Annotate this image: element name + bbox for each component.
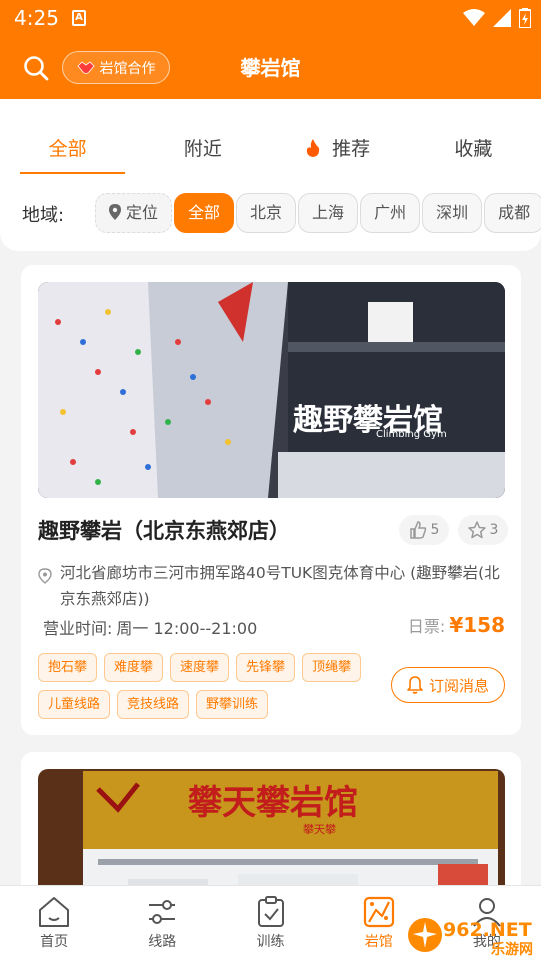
watermark-logo: 962.NET 乐游网: [408, 918, 533, 958]
region-filter: 地域: 定位 全部 北京 上海 广州 深圳 成都: [0, 193, 541, 233]
wifi-icon: [463, 9, 485, 26]
ticket-label: 日票:: [407, 617, 446, 636]
ticket-price: 日票: ¥158: [408, 613, 505, 637]
nav-routes[interactable]: 线路: [108, 886, 216, 961]
watermark-sub: 乐游网: [491, 941, 533, 958]
tab-nearby[interactable]: 附近: [135, 99, 270, 174]
region-chip-chengdu[interactable]: 成都: [484, 193, 541, 233]
favorite-button[interactable]: 3: [458, 515, 508, 545]
route-icon: [149, 900, 176, 924]
status-bar: 4:25 A: [0, 0, 541, 38]
nav-training[interactable]: 训练: [216, 886, 324, 961]
favorite-count: 3: [489, 522, 499, 538]
tab-favorites-label: 收藏: [454, 138, 493, 160]
region-chip-shenzhen[interactable]: 深圳: [422, 193, 483, 233]
gym-photo-sign-sub: Climbing Gym: [376, 429, 447, 440]
hours-label: 营业时间:: [43, 619, 113, 638]
gym-tags: 抱石攀 难度攀 速度攀 先锋攀 顶绳攀 儿童线路 竞技线路 野攀训练: [38, 653, 383, 719]
nav-home-label: 首页: [40, 934, 69, 950]
filter-panel: 全部 附近 推荐 收藏 地域: 定位 全部 北京 上海 广州 深圳 成都: [0, 99, 541, 251]
nav-routes-label: 线路: [148, 934, 177, 950]
fire-icon: [306, 139, 320, 157]
tab-nearby-label: 附近: [183, 138, 222, 160]
gym-photo-sign-sub: 攀天攀: [303, 823, 336, 836]
signal-icon: [493, 9, 511, 27]
app-bar: 岩馆合作 攀岩馆: [0, 38, 541, 99]
region-label: 地域:: [22, 205, 65, 226]
region-chip-shanghai[interactable]: 上海: [298, 193, 359, 233]
status-time: 4:25: [14, 6, 59, 30]
gym-address-text: 河北省廊坊市三河市拥军路40号TUK图克体育中心 (趣野攀岩(北京东燕郊店)): [60, 564, 500, 608]
region-chip-guangzhou[interactable]: 广州: [360, 193, 421, 233]
nav-gyms-label: 岩馆: [364, 934, 393, 950]
gym-tag: 先锋攀: [236, 653, 296, 682]
tab-all-label: 全部: [48, 138, 87, 160]
nav-training-label: 训练: [256, 934, 285, 950]
gym-address: 河北省廊坊市三河市拥军路40号TUK图克体育中心 (趣野攀岩(北京东燕郊店)): [38, 560, 508, 612]
gym-tag: 顶绳攀: [302, 653, 362, 682]
training-icon: [257, 896, 284, 927]
region-chip-row[interactable]: 定位 全部 北京 上海 广州 深圳 成都: [95, 193, 541, 233]
region-chip-locate[interactable]: 定位: [95, 193, 173, 233]
battery-icon: [519, 8, 531, 28]
gym-card[interactable]: 趣野攀岩馆 Climbing Gym 趣野攀岩（北京东燕郊店） 5 3 河北省廊…: [21, 265, 521, 735]
tab-bar: 全部 附近 推荐 收藏: [0, 99, 541, 174]
gym-tag: 抱石攀: [38, 653, 98, 682]
notification-a-icon: A: [72, 10, 86, 26]
gym-name[interactable]: 趣野攀岩（北京东燕郊店）: [38, 515, 290, 545]
nav-home[interactable]: 首页: [0, 886, 108, 961]
bell-icon: [407, 676, 423, 694]
region-chip-locate-label: 定位: [126, 203, 159, 222]
thumbs-up-icon: [409, 521, 426, 539]
gym-tag: 野攀训练: [196, 690, 269, 719]
like-button[interactable]: 5: [399, 515, 449, 545]
subscribe-button[interactable]: 订阅消息: [391, 667, 505, 703]
tab-recommended-label: 推荐: [332, 138, 371, 160]
star-icon: [467, 521, 486, 539]
gym-tag: 儿童线路: [38, 690, 111, 719]
gym-hours: 营业时间: 周一 12:00--21:00: [43, 615, 257, 639]
gym-icon: [363, 896, 394, 928]
tab-all[interactable]: 全部: [0, 99, 135, 174]
watermark-text: 962.NET: [443, 919, 532, 941]
page-title: 攀岩馆: [240, 56, 301, 80]
hours-value: 周一 12:00--21:00: [116, 619, 258, 638]
gym-photo-sign: 攀天攀岩馆: [188, 783, 358, 823]
gym-tag: 速度攀: [170, 653, 230, 682]
like-count: 5: [430, 522, 440, 538]
gym-tag: 难度攀: [104, 653, 164, 682]
gym-photo-illustration: 趣野攀岩馆 Climbing Gym: [38, 282, 505, 498]
price-value: ¥158: [449, 613, 505, 637]
gym-photo[interactable]: 趣野攀岩馆 Climbing Gym: [38, 282, 505, 498]
tab-recommended[interactable]: 推荐: [271, 99, 406, 174]
region-chip-all[interactable]: 全部: [174, 193, 235, 233]
location-icon: [38, 568, 52, 584]
location-pin-icon: [109, 204, 121, 220]
tab-favorites[interactable]: 收藏: [406, 99, 541, 174]
system-icons: [463, 8, 531, 28]
region-chip-beijing[interactable]: 北京: [236, 193, 297, 233]
home-icon: [39, 897, 70, 927]
subscribe-label: 订阅消息: [428, 676, 489, 695]
gym-tag: 竞技线路: [117, 690, 190, 719]
